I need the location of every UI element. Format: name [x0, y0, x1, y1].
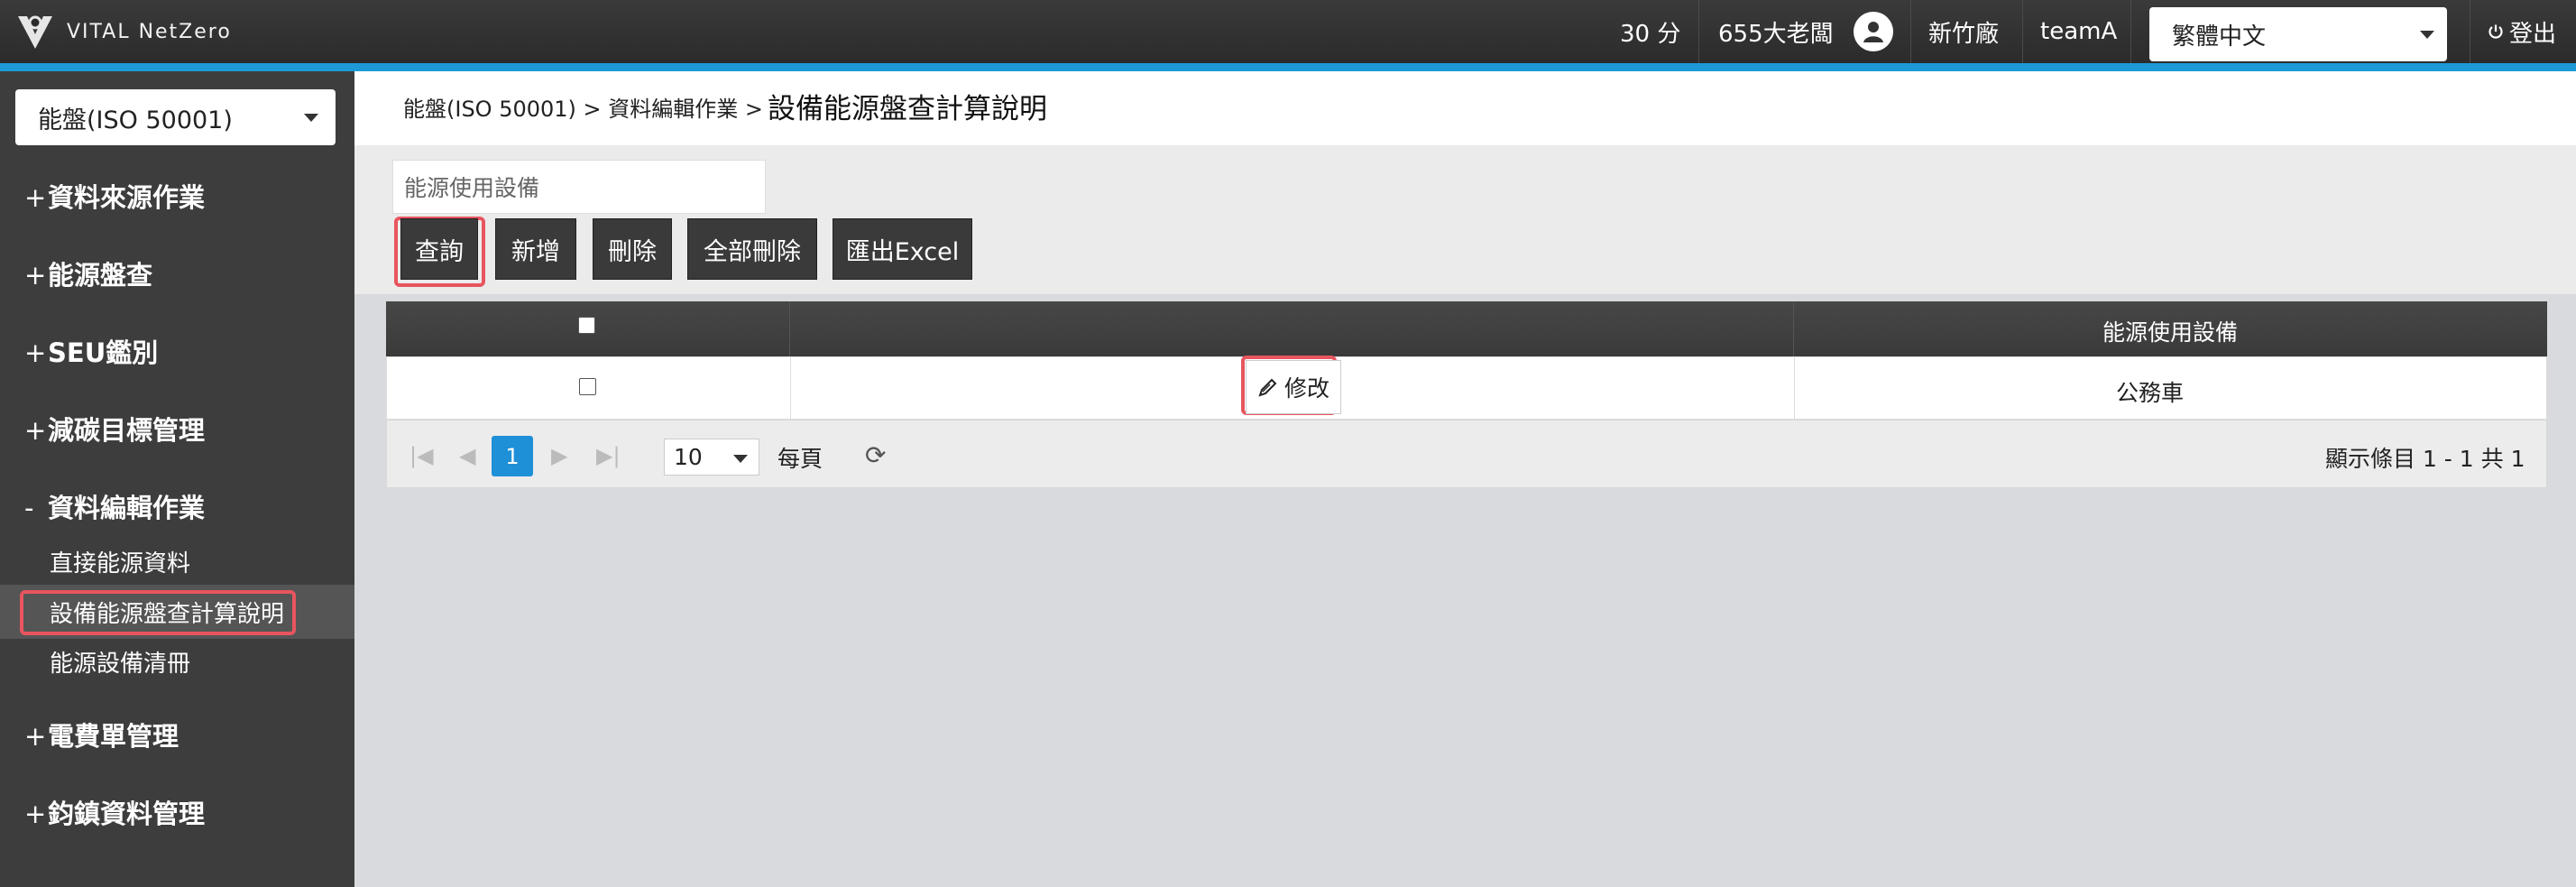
user-avatar-icon [1853, 12, 1893, 51]
expand-icon: + [24, 260, 47, 291]
edit-button[interactable]: 修改 [1246, 360, 1341, 414]
sidebar: 能盤(ISO 50001) +資料來源作業 +能源盤查 +SEU鑑別 +減碳目標… [0, 71, 354, 887]
sidebar-item-direct-energy[interactable]: 直接能源資料 [50, 545, 190, 578]
chevron-down-icon [304, 114, 318, 122]
sidebar-group-label: SEU鑑別 [48, 337, 159, 368]
sidebar-group-electricity-bill[interactable]: +電費單管理 [24, 716, 179, 753]
user-name: 655大老闆 [1718, 20, 1834, 48]
add-button[interactable]: 新增 [495, 218, 576, 280]
column-divider [789, 301, 790, 356]
divider [2022, 0, 2023, 63]
sidebar-group-label: 資料來源作業 [48, 182, 206, 213]
equipment-filter-input[interactable]: 能源使用設備 [392, 160, 766, 214]
page-size-select[interactable]: 10 [664, 439, 759, 476]
first-page-icon[interactable]: |◀ [409, 443, 434, 468]
language-value: 繁體中文 [2172, 23, 2267, 51]
expand-icon: + [24, 182, 47, 213]
divider [2130, 0, 2131, 63]
breadcrumb: 能盤(ISO 50001) > 資料編輯作業 > 設備能源盤查計算說明 [354, 71, 2576, 145]
sidebar-group-label: 鈞鎮資料管理 [48, 799, 206, 829]
per-page-label: 每頁 [777, 446, 823, 472]
row-checkbox[interactable] [579, 378, 596, 395]
divider [1910, 0, 1911, 63]
vital-logo-icon [18, 15, 52, 49]
delete-all-button[interactable]: 全部刪除 [687, 218, 817, 280]
user-menu[interactable]: 655大老闆 [1718, 0, 1893, 63]
column-divider [1794, 357, 1795, 419]
sidebar-group-carbon-target[interactable]: +減碳目標管理 [24, 410, 205, 448]
top-bar: VITAL NetZero 30 分 655大老闆 新竹廠 teamA 繁體中文… [0, 0, 2576, 63]
export-excel-button[interactable]: 匯出Excel [833, 218, 972, 280]
divider [1698, 0, 1699, 63]
column-divider [1793, 301, 1794, 356]
pencil-icon [1258, 378, 1277, 397]
pager-summary: 顯示條目 1 - 1 共 1 [2325, 446, 2525, 472]
sidebar-group-energy-audit[interactable]: +能源盤查 [24, 254, 152, 292]
module-value: 能盤(ISO 50001) [38, 106, 233, 134]
sidebar-group-data-edit[interactable]: - 資料編輯作業 [24, 487, 205, 525]
sidebar-group-label: 電費單管理 [48, 721, 179, 752]
refresh-icon[interactable]: ⟳ [865, 440, 886, 470]
sidebar-item-equipment-calc[interactable]: 設備能源盤查計算說明 [50, 596, 284, 629]
sidebar-group-meter-data[interactable]: +鈞鎮資料管理 [24, 793, 205, 831]
collapse-icon: - [24, 493, 34, 523]
page-size-value: 10 [674, 444, 703, 470]
language-select[interactable]: 繁體中文 [2149, 7, 2447, 61]
brand-logo[interactable]: VITAL NetZero [13, 9, 232, 54]
expand-icon: + [24, 799, 47, 829]
expand-icon: + [24, 415, 47, 446]
sidebar-group-label: 資料編輯作業 [48, 493, 206, 523]
logout-label: 登出 [2509, 20, 2557, 48]
chevron-down-icon [733, 455, 748, 463]
power-icon [2489, 24, 2503, 39]
breadcrumb-path[interactable]: 能盤(ISO 50001) > 資料編輯作業 > [403, 91, 763, 123]
last-page-icon[interactable]: ▶| [596, 443, 621, 468]
logout-button[interactable]: 登出 [2488, 0, 2556, 63]
module-select[interactable]: 能盤(ISO 50001) [15, 89, 336, 145]
top-accent-bar [0, 63, 2576, 71]
page-title: 設備能源盤查計算說明 [768, 93, 1047, 125]
chevron-down-icon [2420, 31, 2434, 39]
prev-page-icon[interactable]: ◀ [459, 443, 475, 468]
sidebar-group-data-source[interactable]: +資料來源作業 [24, 177, 205, 215]
query-button[interactable]: 查詢 [400, 218, 478, 280]
current-page-button[interactable]: 1 [492, 436, 533, 476]
expand-icon: + [24, 337, 47, 368]
edit-label: 修改 [1283, 375, 1329, 402]
table-row: 公務車 [386, 356, 2547, 420]
next-page-icon[interactable]: ▶ [551, 443, 567, 468]
equipment-cell: 公務車 [2116, 380, 2185, 406]
grid-header: 能源使用設備 [386, 301, 2547, 356]
delete-button[interactable]: 刪除 [593, 218, 672, 280]
sidebar-item-equipment-list[interactable]: 能源設備清冊 [50, 645, 190, 679]
sidebar-group-seu[interactable]: +SEU鑑別 [24, 332, 158, 370]
points-display: 30 分 [1620, 20, 1681, 48]
column-divider [790, 357, 791, 419]
brand-name: VITAL NetZero [67, 20, 232, 43]
team-selector[interactable]: teamA [2040, 0, 2117, 63]
select-all-checkbox[interactable] [578, 317, 595, 334]
column-header-equipment[interactable]: 能源使用設備 [2102, 315, 2238, 347]
sidebar-group-label: 減碳目標管理 [48, 415, 206, 446]
sidebar-group-label: 能源盤查 [48, 260, 153, 291]
expand-icon: + [24, 721, 47, 752]
factory-selector[interactable]: 新竹廠 [1928, 0, 1999, 63]
